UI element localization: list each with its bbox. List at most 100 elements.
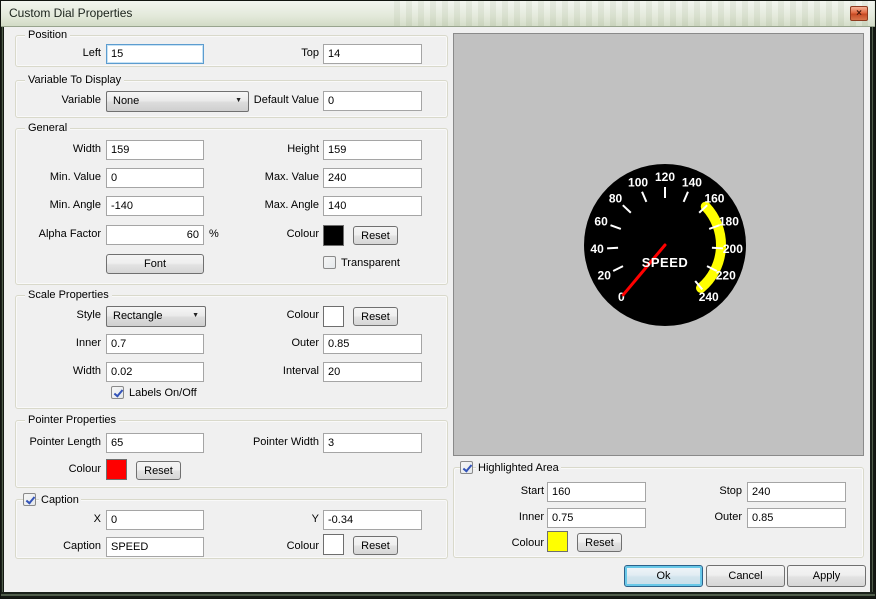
highlight-colour-reset-button[interactable]: Reset (577, 533, 622, 552)
svg-text:200: 200 (723, 242, 743, 256)
max-angle-input[interactable] (323, 196, 422, 216)
apply-button[interactable]: Apply (787, 565, 866, 587)
caption-x-input[interactable] (106, 510, 204, 530)
max-angle-label: Max. Angle (239, 199, 319, 211)
width-label: Width (21, 143, 101, 155)
svg-text:180: 180 (719, 215, 739, 229)
min-value-label: Min. Value (21, 171, 101, 183)
highlight-start-label: Start (484, 485, 544, 497)
transparent-checkbox[interactable] (323, 256, 336, 269)
scale-outer-input[interactable] (323, 334, 422, 354)
highlight-stop-input[interactable] (747, 482, 846, 502)
general-colour-reset-button[interactable]: Reset (353, 226, 398, 245)
alpha-factor-label: Alpha Factor (16, 228, 101, 240)
min-angle-input[interactable] (106, 196, 204, 216)
default-value-label: Default Value (231, 94, 319, 106)
alpha-factor-input[interactable] (106, 225, 204, 245)
svg-text:120: 120 (655, 170, 675, 184)
svg-text:80: 80 (609, 191, 623, 205)
max-value-label: Max. Value (239, 171, 319, 183)
height-input[interactable] (323, 140, 422, 160)
highlight-outer-label: Outer (682, 511, 742, 523)
interval-input[interactable] (323, 362, 422, 382)
chevron-down-icon: ▼ (192, 312, 199, 319)
scale-inner-label: Inner (21, 337, 101, 349)
caption-checkbox[interactable] (23, 493, 36, 506)
group-scale-label: Scale Properties (25, 289, 112, 301)
pointer-colour-swatch[interactable] (106, 459, 127, 480)
highlight-inner-input[interactable] (547, 508, 646, 528)
style-select-value: Rectangle (113, 310, 163, 322)
variable-select-value: None (113, 95, 139, 107)
window-frame-bottom (1, 592, 875, 598)
dialog-window: Custom Dial Properties × Position Left T… (0, 0, 876, 599)
highlight-outer-input[interactable] (747, 508, 846, 528)
style-select[interactable]: Rectangle ▼ (106, 306, 206, 327)
caption-colour-reset-button[interactable]: Reset (353, 536, 398, 555)
scale-colour-label: Colour (239, 309, 319, 321)
caption-text-label: Caption (21, 540, 101, 552)
general-colour-swatch[interactable] (323, 225, 344, 246)
percent-label: % (209, 228, 219, 240)
caption-y-label: Y (251, 513, 319, 525)
caption-group-label: Caption (39, 494, 81, 506)
highlight-stop-label: Stop (682, 485, 742, 497)
max-value-input[interactable] (323, 168, 422, 188)
left-input[interactable] (106, 44, 204, 64)
labels-on-off-label: Labels On/Off (127, 387, 199, 399)
left-label: Left (41, 47, 101, 59)
variable-label: Variable (31, 94, 101, 106)
pointer-length-input[interactable] (106, 433, 204, 453)
variable-select[interactable]: None ▼ (106, 91, 249, 112)
window-frame-right (870, 27, 875, 594)
ok-button[interactable]: Ok (624, 565, 703, 587)
font-button[interactable]: Font (106, 254, 204, 274)
pointer-width-input[interactable] (323, 433, 422, 453)
width-input[interactable] (106, 140, 204, 160)
highlight-colour-swatch[interactable] (547, 531, 568, 552)
window-frame-left (1, 27, 4, 594)
svg-text:SPEED: SPEED (642, 255, 689, 270)
svg-text:20: 20 (598, 269, 612, 283)
scale-colour-swatch[interactable] (323, 306, 344, 327)
highlighted-area-checkbox[interactable] (460, 461, 473, 474)
svg-text:160: 160 (704, 191, 724, 205)
title-bar[interactable]: Custom Dial Properties × (1, 1, 875, 27)
style-label: Style (21, 309, 101, 321)
close-icon[interactable]: × (850, 6, 868, 21)
dial-gauge: 020406080100120140160180200220240SPEED (575, 155, 755, 335)
interval-label: Interval (239, 365, 319, 377)
default-value-input[interactable] (323, 91, 422, 111)
caption-y-input[interactable] (323, 510, 422, 530)
highlight-start-input[interactable] (547, 482, 646, 502)
transparent-label: Transparent (339, 257, 402, 269)
titlebar-texture (394, 1, 875, 26)
min-value-input[interactable] (106, 168, 204, 188)
svg-text:40: 40 (590, 242, 604, 256)
svg-text:240: 240 (699, 290, 719, 304)
group-variable-label: Variable To Display (25, 74, 124, 86)
general-colour-label: Colour (239, 228, 319, 240)
svg-text:220: 220 (716, 269, 736, 283)
labels-on-off-checkbox[interactable] (111, 386, 124, 399)
svg-text:60: 60 (594, 215, 608, 229)
caption-text-input[interactable] (106, 537, 204, 557)
scale-outer-label: Outer (239, 337, 319, 349)
scale-width-input[interactable] (106, 362, 204, 382)
pointer-colour-reset-button[interactable]: Reset (136, 461, 181, 480)
height-label: Height (239, 143, 319, 155)
highlight-inner-label: Inner (484, 511, 544, 523)
caption-x-label: X (21, 513, 101, 525)
pointer-width-label: Pointer Width (231, 436, 319, 448)
scale-inner-input[interactable] (106, 334, 204, 354)
pointer-colour-label: Colour (21, 463, 101, 475)
svg-text:140: 140 (682, 176, 702, 190)
scale-width-label: Width (21, 365, 101, 377)
group-position-label: Position (25, 29, 70, 41)
cancel-button[interactable]: Cancel (706, 565, 785, 587)
top-input[interactable] (323, 44, 422, 64)
window-title: Custom Dial Properties (9, 6, 132, 20)
caption-colour-swatch[interactable] (323, 534, 344, 555)
scale-colour-reset-button[interactable]: Reset (353, 307, 398, 326)
top-label: Top (251, 47, 319, 59)
